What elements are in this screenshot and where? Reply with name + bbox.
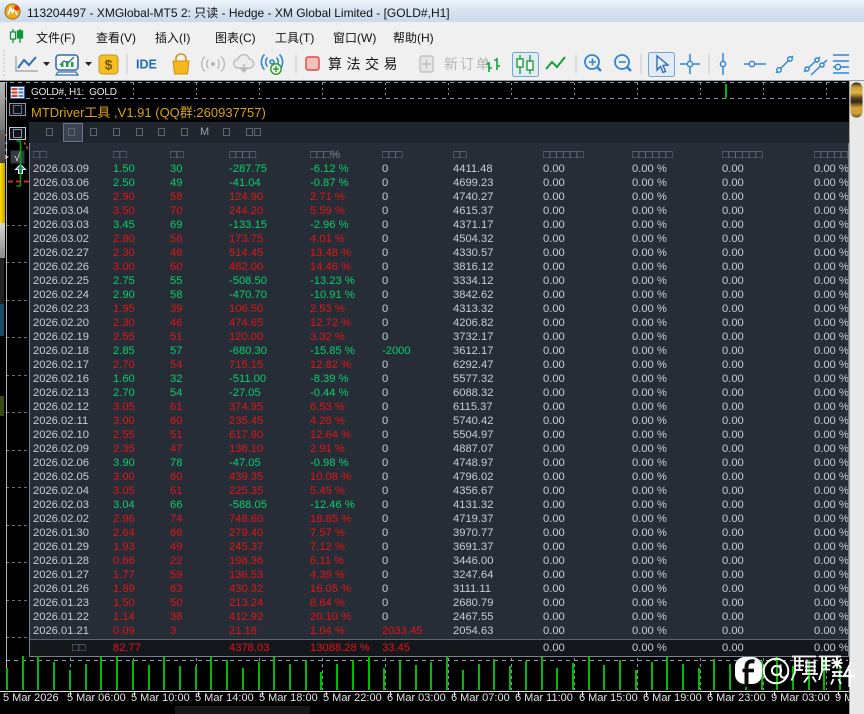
svg-text:算法交易: 算法交易 <box>328 56 402 72</box>
svg-text:新订单: 新订单 <box>444 56 492 72</box>
svg-text:IDE: IDE <box>136 58 157 72</box>
svg-text:$: $ <box>105 57 113 73</box>
